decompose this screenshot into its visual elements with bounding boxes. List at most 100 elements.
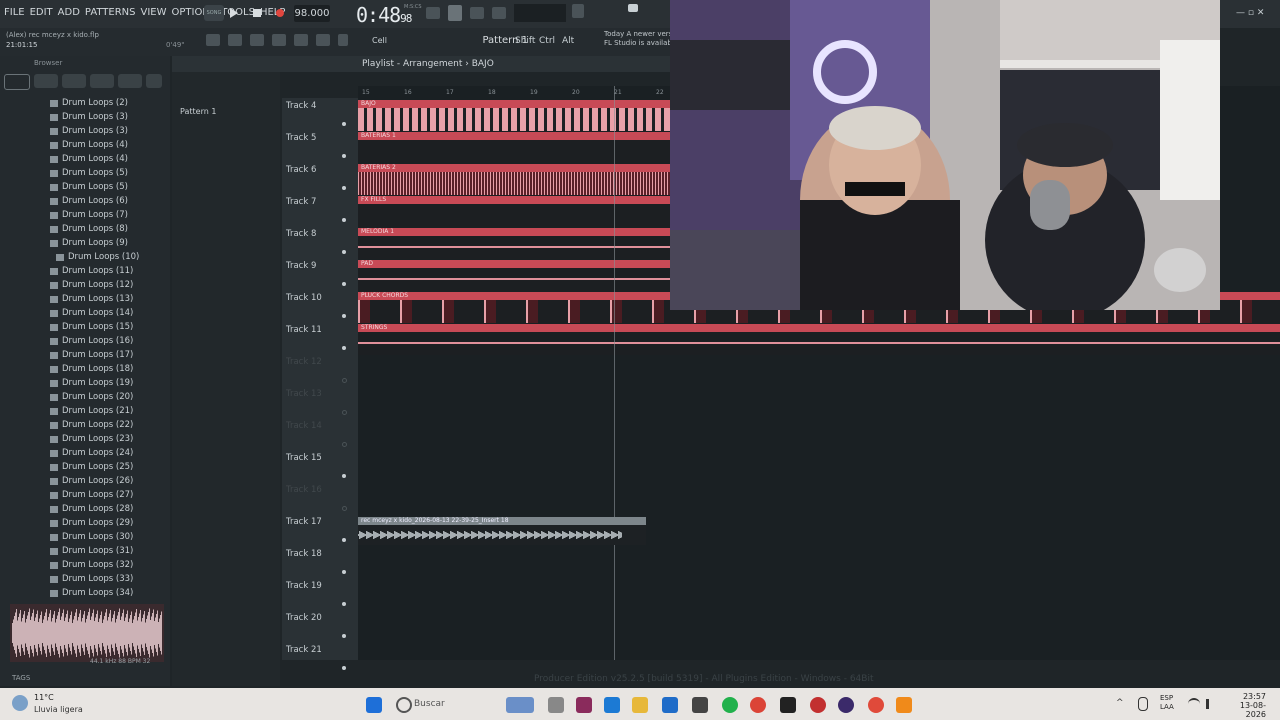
browser-item[interactable]: Drum Loops (29) (50, 516, 168, 530)
track-label[interactable]: Track 13 (286, 389, 322, 399)
widgets-icon[interactable] (506, 697, 534, 713)
browser-item[interactable]: Drum Loops (2) (50, 96, 168, 110)
track-label[interactable]: Track 8 (286, 229, 316, 239)
browser-item[interactable]: Drum Loops (22) (50, 418, 168, 432)
fl-studio-icon[interactable] (896, 697, 912, 713)
star-icon[interactable] (146, 74, 162, 88)
track-label[interactable]: Track 6 (286, 165, 316, 175)
song-mode-button[interactable]: SONG (204, 5, 224, 21)
browser-item[interactable]: Drum Loops (18) (50, 362, 168, 376)
mic-tray-icon[interactable] (1138, 697, 1148, 711)
weather-icon[interactable] (12, 695, 28, 711)
browser-item[interactable]: Drum Loops (5) (50, 166, 168, 180)
pattern-clip[interactable]: MELODIA 1 (358, 228, 670, 259)
browser-item[interactable]: Drum Loops (12) (50, 278, 168, 292)
wait-icon[interactable] (492, 7, 506, 19)
menu-patterns[interactable]: PATTERNS (85, 7, 136, 18)
browser-item[interactable]: Drum Loops (30) (50, 530, 168, 544)
stop-icon[interactable] (253, 9, 261, 17)
track-label[interactable]: Track 10 (286, 293, 322, 303)
chrome-icon[interactable] (750, 697, 766, 713)
menu-tools[interactable]: TOOLS (221, 7, 255, 18)
track-mute-led[interactable] (342, 538, 346, 542)
track-label[interactable]: Track 16 (286, 485, 322, 495)
files-icon[interactable] (548, 697, 564, 713)
track-mute-led[interactable] (342, 186, 346, 190)
search-icon[interactable] (396, 697, 412, 713)
mixer-icon[interactable] (572, 4, 584, 18)
edge-icon[interactable] (604, 697, 620, 713)
track-mute-led[interactable] (342, 282, 346, 286)
track-mute-led[interactable] (342, 506, 347, 511)
pattern-clip[interactable]: FX FILLS (358, 196, 670, 227)
ctrl-key[interactable]: Ctrl (539, 36, 555, 46)
browser-all-icon[interactable] (4, 74, 30, 90)
start-icon[interactable] (366, 697, 382, 713)
window-controls[interactable]: — ▫ ✕ (1236, 8, 1264, 18)
track-mute-led[interactable] (342, 122, 346, 126)
browser-item[interactable]: Drum Loops (17) (50, 348, 168, 362)
metronome-icon[interactable] (470, 7, 484, 19)
track-mute-led[interactable] (342, 378, 347, 383)
track-mute-led[interactable] (342, 442, 347, 447)
snap-icon[interactable] (206, 34, 220, 46)
browser-item[interactable]: Drum Loops (8) (50, 222, 168, 236)
app2-icon[interactable] (810, 697, 826, 713)
browser-item[interactable]: Drum Loops (4) (50, 152, 168, 166)
browser-item[interactable]: Drum Loops (16) (50, 334, 168, 348)
pattern-clip[interactable]: BATERIAS 1 (358, 132, 670, 163)
track-label[interactable]: Track 5 (286, 133, 316, 143)
record-icon[interactable] (276, 9, 284, 17)
wifi-icon[interactable] (1188, 698, 1200, 710)
track-label[interactable]: Track 20 (286, 613, 322, 623)
track-mute-led[interactable] (342, 666, 346, 670)
browser-item[interactable]: Drum Loops (14) (50, 306, 168, 320)
browser-item[interactable]: Drum Loops (24) (50, 446, 168, 460)
audio-clip-recording[interactable]: rec mceyz x kido_2026-08-13 22-39-25_Ins… (358, 517, 646, 545)
browser-back-icon[interactable] (34, 74, 58, 88)
weather-desc[interactable]: Lluvia ligera (34, 705, 83, 714)
track-label[interactable]: Track 7 (286, 197, 316, 207)
browser-target-icon[interactable] (90, 74, 114, 88)
track-mute-led[interactable] (342, 634, 346, 638)
track-label[interactable]: Track 17 (286, 517, 322, 527)
track-mute-led[interactable] (342, 346, 346, 350)
browser-item[interactable]: Drum Loops (32) (50, 558, 168, 572)
playlist-icon[interactable] (228, 34, 242, 46)
browser-item[interactable]: Drum Loops (4) (50, 138, 168, 152)
track-label[interactable]: Track 12 (286, 357, 322, 367)
browser-item[interactable]: Drum Loops (7) (50, 208, 168, 222)
browser-item[interactable]: Drum Loops (33) (50, 572, 168, 586)
store-icon[interactable] (662, 697, 678, 713)
track-mute-led[interactable] (342, 602, 346, 606)
tempo-display[interactable]: 98.000 (294, 5, 330, 22)
track-label[interactable]: Track 18 (286, 549, 322, 559)
clock[interactable]: 23:57 13-08-2026 (1230, 692, 1266, 719)
browser-item[interactable]: Drum Loops (27) (50, 488, 168, 502)
mixer-view-icon[interactable] (294, 34, 308, 46)
track-mute-led[interactable] (342, 154, 346, 158)
track-label[interactable]: Track 14 (286, 421, 322, 431)
pattern-song-icon[interactable] (426, 7, 440, 19)
browser-item[interactable]: Drum Loops (21) (50, 404, 168, 418)
track-mute-led[interactable] (342, 570, 346, 574)
track-mute-led[interactable] (342, 250, 346, 254)
browser-item[interactable]: Drum Loops (9) (50, 236, 168, 250)
spotify-icon[interactable] (722, 697, 738, 713)
playlist-tools[interactable] (184, 60, 304, 70)
shift-key[interactable]: Shift (515, 36, 535, 46)
channel-rack-icon[interactable] (272, 34, 286, 46)
track-mute-led[interactable] (342, 410, 347, 415)
volume-icon[interactable] (1206, 699, 1219, 709)
browser-item[interactable]: Drum Loops (34) (50, 586, 168, 600)
pattern-clip[interactable]: STRINGS (358, 324, 1280, 355)
language-indicator[interactable]: ESP LAA (1160, 694, 1174, 712)
chrome2-icon[interactable] (868, 697, 884, 713)
app-icon[interactable] (576, 697, 592, 713)
browser-item[interactable]: Drum Loops (19) (50, 376, 168, 390)
news-panel[interactable]: Today A newer vers FL Studio is available (604, 30, 678, 48)
browser-collapse-icon[interactable] (62, 74, 86, 88)
explorer-icon[interactable] (632, 697, 648, 713)
browser-item[interactable]: Drum Loops (13) (50, 292, 168, 306)
browser-item[interactable]: Drum Loops (10) (56, 250, 168, 264)
